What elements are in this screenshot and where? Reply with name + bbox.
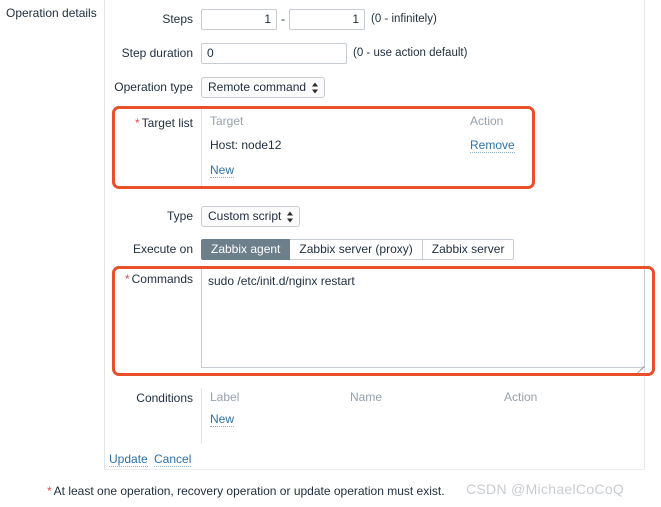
step-duration-hint: (0 - use action default)	[353, 47, 468, 59]
row-commands: * Commands sudo /etc/init.d/nginx restart	[105, 268, 645, 374]
target-remove-link[interactable]: Remove	[470, 138, 515, 153]
label-operation-type: Operation type	[114, 80, 193, 94]
label-step-duration: Step duration	[121, 46, 193, 60]
commands-required-marker: *	[124, 272, 130, 286]
commands-label-text: Commands	[131, 272, 193, 286]
steps-to-input[interactable]: 1	[289, 9, 365, 30]
label-steps: Steps	[162, 12, 193, 26]
update-button[interactable]: Update	[109, 452, 148, 467]
conditions-table: Label Name Action New	[201, 388, 645, 444]
row-type: Type Custom script	[105, 203, 644, 229]
execute-on-segmented-control: Zabbix agent Zabbix server (proxy) Zabbi…	[201, 239, 515, 260]
step-duration-input[interactable]: 0	[201, 43, 347, 64]
execute-on-option-zabbix-server[interactable]: Zabbix server	[422, 239, 515, 260]
row-conditions: Conditions Label Name Action New	[105, 388, 645, 444]
operation-type-value: Remote command	[208, 80, 307, 94]
steps-from-input[interactable]: 1	[201, 9, 277, 30]
commands-textarea[interactable]: sudo /etc/init.d/nginx restart	[201, 268, 645, 368]
label-commands: * Commands	[105, 268, 193, 290]
row-steps: Steps 1 - 1 (0 - infinitely)	[105, 6, 644, 32]
row-step-duration: Step duration 0 (0 - use action default)	[105, 40, 644, 66]
updown-arrows-icon	[312, 81, 319, 94]
operation-details-screen: Operation details Steps 1 - 1 (0 - infin…	[0, 0, 661, 507]
label-execute-on: Execute on	[132, 242, 193, 256]
operation-details-form-panel: Steps 1 - 1 (0 - infinitely) Step durati…	[104, 0, 645, 470]
conditions-new-cell: New	[210, 412, 235, 427]
type-select[interactable]: Custom script	[201, 206, 301, 227]
conditions-header-label: Label	[210, 390, 240, 404]
watermark: CSDN @MichaelCoCoQ	[466, 481, 625, 497]
steps-range-separator: -	[281, 12, 285, 26]
label-type: Type	[166, 209, 193, 223]
conditions-header-action: Action	[504, 390, 538, 404]
footer-note: * At least one operation, recovery operat…	[47, 484, 445, 498]
table-row: Remove	[470, 138, 515, 153]
footer-note-text: At least one operation, recovery operati…	[53, 484, 445, 498]
steps-hint: (0 - infinitely)	[371, 13, 437, 25]
target-list-header-target: Target	[210, 114, 244, 128]
target-list-required-marker: *	[134, 116, 140, 130]
conditions-header-name: Name	[350, 390, 383, 404]
type-value: Custom script	[208, 209, 282, 223]
footer-required-marker: *	[47, 484, 52, 498]
target-list-table: Target Action Host: node12 Remove New	[201, 108, 645, 188]
execute-on-option-zabbix-server-proxy[interactable]: Zabbix server (proxy)	[290, 239, 423, 260]
updown-arrows-icon	[287, 210, 294, 223]
section-title-operation-details: Operation details	[6, 6, 97, 20]
form-actions: Update Cancel	[105, 452, 644, 478]
operation-type-select[interactable]: Remote command	[201, 77, 326, 98]
execute-on-option-zabbix-agent[interactable]: Zabbix agent	[201, 239, 291, 260]
target-list-label-text: Target list	[141, 116, 193, 130]
conditions-new-link[interactable]: New	[210, 412, 235, 427]
label-target-list: * Target list	[105, 108, 193, 138]
row-operation-type: Operation type Remote command	[105, 74, 644, 100]
cancel-button[interactable]: Cancel	[154, 452, 192, 467]
row-execute-on: Execute on Zabbix agent Zabbix server (p…	[105, 236, 644, 262]
label-conditions: Conditions	[136, 391, 193, 405]
target-list-new-link[interactable]: New	[210, 163, 235, 178]
target-list-row-target: Host: node12	[210, 138, 282, 152]
target-list-new-cell: New	[210, 163, 235, 178]
row-target-list: * Target list Target Action Host: node12 …	[105, 108, 645, 188]
target-list-header-action: Action	[470, 114, 504, 128]
